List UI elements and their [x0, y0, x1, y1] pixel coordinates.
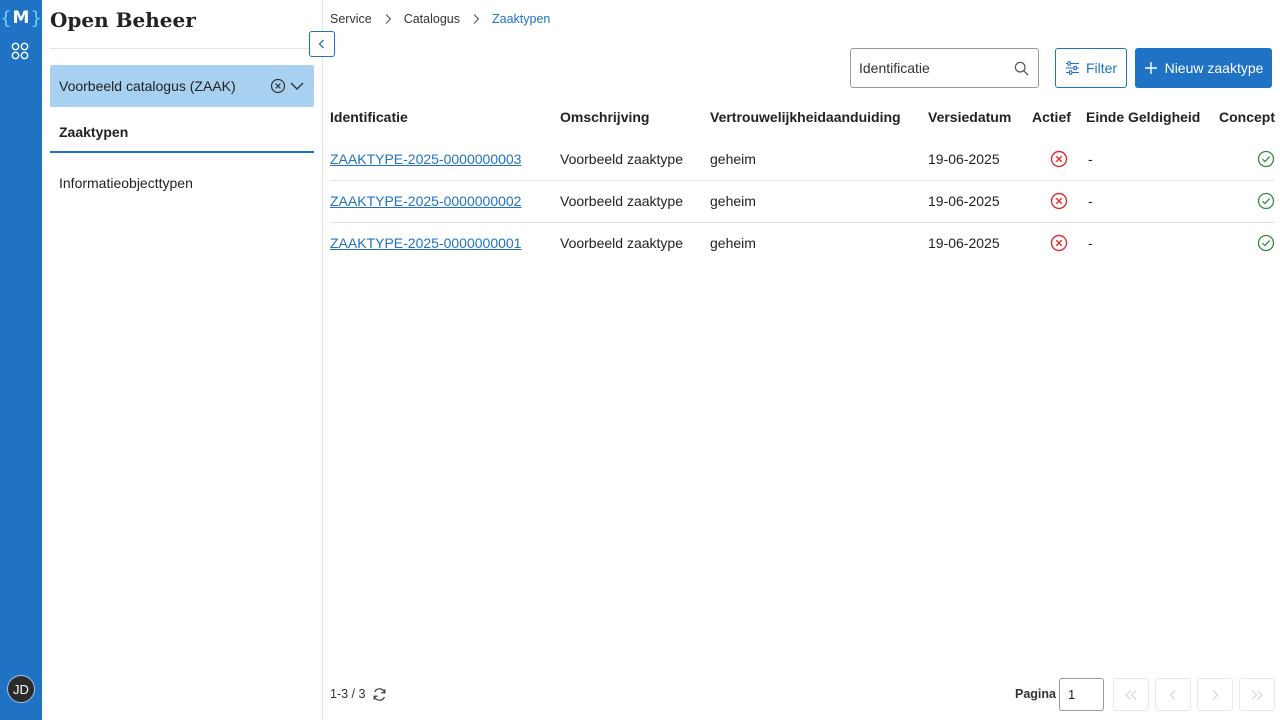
cell-einde-geldigheid: - — [1086, 180, 1219, 223]
logo-letter: M — [12, 8, 30, 28]
sidebar-item-label: Zaaktypen — [59, 124, 129, 140]
column-header[interactable]: Identificatie — [330, 96, 560, 138]
breadcrumb-zaaktypen[interactable]: Zaaktypen — [492, 12, 550, 26]
main-content: Service Catalogus Zaaktypen Identificati… — [323, 0, 1280, 720]
table-row: ZAAKTYPE-2025-0000000002 Voorbeeld zaakt… — [330, 180, 1275, 223]
sidebar-item-zaaktypen[interactable]: Zaaktypen — [50, 113, 314, 153]
breadcrumb-service[interactable]: Service — [330, 12, 372, 26]
first-page-button[interactable] — [1113, 678, 1149, 711]
refresh-icon[interactable] — [372, 687, 387, 702]
cell-omschrijving: Voorbeeld zaaktype — [560, 235, 683, 252]
result-count: 1-3 / 3 — [330, 687, 366, 701]
cell-versiedatum: 19-06-2025 — [928, 180, 1032, 223]
chevrons-right-icon — [1251, 689, 1263, 700]
filter-button[interactable]: Filter — [1055, 48, 1127, 88]
cell-einde-geldigheid: - — [1088, 235, 1093, 252]
check-circle-icon — [1257, 235, 1275, 252]
new-zaaktype-button[interactable]: Nieuw zaaktype — [1135, 48, 1272, 88]
chevron-right-icon — [1212, 689, 1219, 700]
sidebar-item-informatieobjecttypen[interactable]: Informatieobjecttypen — [50, 163, 314, 203]
table-header-row: Identificatie Omschrijving Vertrouwelijk… — [330, 96, 1275, 138]
zaaktypen-table: Identificatie Omschrijving Vertrouwelijk… — [330, 96, 1275, 264]
cell-vertrouwelijkheid: geheim — [710, 180, 928, 223]
chevron-left-icon — [1169, 689, 1176, 700]
cell-omschrijving: Voorbeeld zaaktype — [560, 180, 710, 223]
chevron-down-icon[interactable] — [289, 78, 305, 94]
sidebar-item-label: Informatieobjecttypen — [59, 175, 193, 191]
cell-vertrouwelijkheid: geheim — [710, 138, 928, 181]
apps-grid-icon[interactable] — [11, 42, 29, 60]
previous-page-button[interactable] — [1155, 678, 1191, 711]
clear-icon[interactable] — [270, 78, 286, 94]
column-header[interactable]: Einde Geldigheid — [1086, 96, 1219, 138]
app-rail: {M} JD — [0, 0, 42, 720]
cross-circle-icon — [1050, 235, 1068, 252]
column-header[interactable]: Vertrouwelijkheidaanduiding — [710, 96, 928, 138]
search-input[interactable]: Identificatie — [850, 48, 1039, 88]
zaaktype-link[interactable]: ZAAKTYPE-2025-0000000003 — [330, 151, 521, 167]
user-avatar[interactable]: JD — [7, 675, 35, 703]
column-header[interactable]: Omschrijving — [560, 96, 710, 138]
plus-icon — [1144, 62, 1157, 74]
last-page-button[interactable] — [1239, 678, 1275, 711]
app-logo[interactable]: {M} — [0, 5, 42, 31]
new-zaaktype-label: Nieuw zaaktype — [1164, 60, 1264, 76]
next-page-button[interactable] — [1197, 678, 1233, 711]
collapse-sidebar-button[interactable] — [309, 31, 335, 57]
chevron-left-icon — [318, 39, 324, 49]
column-header[interactable]: Versiedatum — [928, 96, 1032, 138]
cell-versiedatum: 19-06-2025 — [928, 138, 1032, 181]
cell-einde-geldigheid: - — [1086, 138, 1219, 181]
filter-button-label: Filter — [1085, 60, 1118, 76]
zaaktype-link[interactable]: ZAAKTYPE-2025-0000000001 — [330, 235, 521, 251]
chevron-right-icon — [472, 13, 480, 25]
divider — [50, 48, 323, 49]
sidebar: Open Beheer — [42, 0, 323, 720]
cell-versiedatum: 19-06-2025 — [928, 235, 1000, 252]
column-header[interactable]: Actief — [1032, 96, 1086, 138]
search-input-value: Identificatie — [859, 60, 930, 76]
check-circle-icon — [1257, 192, 1275, 210]
cell-vertrouwelijkheid: geheim — [710, 235, 756, 252]
search-icon — [1014, 61, 1029, 76]
chevron-right-icon — [384, 13, 392, 25]
column-header[interactable]: Concept — [1219, 96, 1275, 138]
cell-omschrijving: Voorbeeld zaaktype — [560, 138, 710, 181]
page-number-input[interactable]: 1 — [1059, 678, 1104, 711]
app-title: Open Beheer — [50, 8, 196, 32]
chevrons-left-icon — [1125, 689, 1137, 700]
cross-circle-icon — [1050, 150, 1068, 168]
sliders-icon — [1065, 61, 1079, 75]
catalog-select[interactable]: Voorbeeld catalogus (ZAAK) — [50, 65, 314, 107]
table-row: ZAAKTYPE-2025-0000000001 Voorbeeld zaakt… — [330, 222, 1275, 264]
check-circle-icon — [1257, 150, 1275, 168]
table-footer: 1-3 / 3 Pagina 1 — [323, 670, 1280, 720]
breadcrumb: Service Catalogus Zaaktypen — [330, 12, 550, 26]
pagina-label: Pagina — [1015, 687, 1056, 701]
table-row: ZAAKTYPE-2025-0000000003 Voorbeeld zaakt… — [330, 138, 1275, 181]
breadcrumb-catalogus[interactable]: Catalogus — [404, 12, 460, 26]
cross-circle-icon — [1050, 192, 1068, 210]
catalog-select-value: Voorbeeld catalogus (ZAAK) — [59, 78, 236, 94]
zaaktype-link[interactable]: ZAAKTYPE-2025-0000000002 — [330, 193, 521, 209]
